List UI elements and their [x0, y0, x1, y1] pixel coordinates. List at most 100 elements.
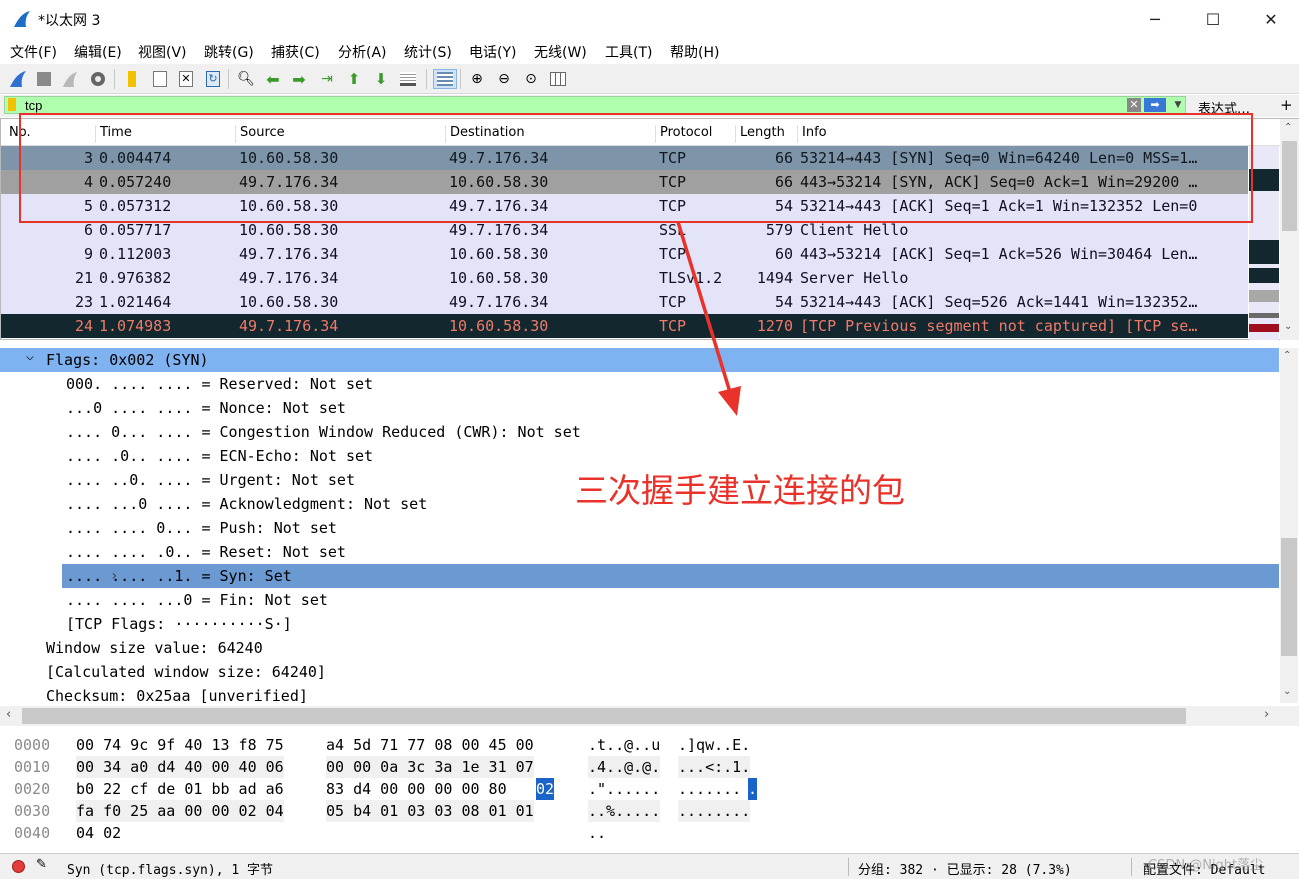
ascii-group-2[interactable]: .......: [678, 778, 742, 800]
expert-info-icon[interactable]: [12, 860, 25, 873]
save-file-icon[interactable]: [150, 69, 170, 89]
menu-tools[interactable]: 工具(T): [605, 42, 652, 62]
colorize-icon[interactable]: [433, 69, 457, 89]
packet-row[interactable]: 9 0.112003 49.7.176.34 10.60.58.30 TCP 60 443→…: [1, 242, 1248, 266]
detail-line[interactable]: .... .... ...0 = Fin: Not set: [0, 588, 1279, 612]
close-file-icon[interactable]: ✕: [176, 69, 196, 89]
ascii-group-1[interactable]: ..: [588, 822, 607, 844]
edit-comment-icon[interactable]: ✎: [36, 857, 47, 872]
detail-tree-flags[interactable]: ⌵ Flags: 0x002 (SYN): [0, 348, 1279, 372]
menu-view[interactable]: 视图(V): [138, 42, 187, 62]
menu-telephony[interactable]: 电话(Y): [469, 42, 516, 62]
resize-columns-icon[interactable]: [548, 69, 568, 89]
menu-capture[interactable]: 捕获(C): [271, 42, 320, 62]
details-horizontal-scrollbar[interactable]: ‹ ›: [0, 706, 1299, 726]
ascii-selected-byte[interactable]: .: [748, 778, 758, 800]
packet-minimap[interactable]: [1249, 146, 1279, 340]
hex-group-1[interactable]: b0 22 cf de 01 bb ad a6: [76, 778, 284, 800]
packet-row[interactable]: 24 1.074983 49.7.176.34 10.60.58.30 TCP 1270 […: [1, 314, 1248, 338]
zoom-normal-icon[interactable]: ⊙: [521, 69, 541, 89]
detail-text: .... 0... .... = Congestion Window Reduc…: [66, 423, 581, 441]
hex-group-2[interactable]: 00 00 0a 3c 3a 1e 31 07: [326, 756, 534, 778]
expression-button[interactable]: 表达式…: [1198, 98, 1250, 117]
packet-cell-len: 1494: [756, 269, 793, 287]
ascii-group-2[interactable]: ........: [678, 800, 751, 822]
clear-filter-icon[interactable]: ✕: [1127, 98, 1141, 112]
packet-row[interactable]: 23 1.021464 10.60.58.30 49.7.176.34 TCP 54 532…: [1, 290, 1248, 314]
menu-analyze[interactable]: 分析(A): [338, 42, 387, 62]
add-filter-button-icon[interactable]: +: [1280, 96, 1293, 114]
go-forward-icon[interactable]: ➡: [289, 69, 309, 89]
column-header-length[interactable]: Length: [735, 125, 797, 143]
hex-group-2[interactable]: a4 5d 71 77 08 00 45 00: [326, 734, 534, 756]
zoom-out-icon[interactable]: ⊖: [494, 69, 514, 89]
maximize-button[interactable]: ☐: [1184, 0, 1242, 38]
hex-group-2[interactable]: 05 b4 01 03 03 08 01 01: [326, 800, 534, 822]
menu-edit[interactable]: 编辑(E): [74, 42, 122, 62]
detail-line[interactable]: .... .... 0... = Push: Not set: [0, 516, 1279, 540]
stop-capture-icon[interactable]: [34, 69, 54, 89]
restart-capture-icon[interactable]: [60, 69, 80, 89]
autoscroll-icon[interactable]: [398, 69, 418, 89]
detail-line[interactable]: ...0 .... .... = Nonce: Not set: [0, 396, 1279, 420]
hex-group-1[interactable]: 00 74 9c 9f 40 13 f8 75: [76, 734, 284, 756]
detail-line[interactable]: Checksum: 0x25aa [unverified]: [0, 684, 1279, 708]
close-button[interactable]: ✕: [1242, 0, 1299, 38]
find-packet-icon[interactable]: 🔍︎: [236, 69, 256, 89]
packet-row[interactable]: 21 0.976382 49.7.176.34 10.60.58.30 TLSv1.2 1…: [1, 266, 1248, 290]
ascii-group-2[interactable]: .]qw..E.: [678, 734, 751, 756]
detail-line[interactable]: 000. .... .... = Reserved: Not set: [0, 372, 1279, 396]
column-header-protocol[interactable]: Protocol: [655, 125, 735, 143]
packet-list-scrollbar[interactable]: ⌃ ⌄: [1280, 119, 1299, 340]
packet-row[interactable]: 4 0.057240 49.7.176.34 10.60.58.30 TCP 66 443→…: [1, 170, 1248, 194]
ascii-group-2[interactable]: ...<:.1.: [678, 756, 751, 778]
hex-selected-byte[interactable]: 02: [536, 778, 555, 800]
column-header-source[interactable]: Source: [235, 125, 445, 143]
collapse-chevron-icon[interactable]: ⌵: [26, 345, 34, 369]
hex-group-1[interactable]: 00 34 a0 d4 40 00 40 06: [76, 756, 284, 778]
detail-line[interactable]: .... 0... .... = Congestion Window Reduc…: [0, 420, 1279, 444]
menu-go[interactable]: 跳转(G): [204, 42, 254, 62]
detail-line[interactable]: [TCP Flags: ··········S·]: [0, 612, 1279, 636]
ascii-group-1[interactable]: .4..@.@.: [588, 756, 661, 778]
ascii-group-1[interactable]: ..%.....: [588, 800, 661, 822]
go-back-icon[interactable]: ⬅: [263, 69, 283, 89]
ascii-group-1[interactable]: .t..@..u: [588, 734, 661, 756]
column-header-destination[interactable]: Destination: [445, 125, 655, 143]
packet-cell-time: 0.004474: [99, 149, 172, 167]
open-file-icon[interactable]: [122, 69, 142, 89]
reload-file-icon[interactable]: ↻: [203, 69, 223, 89]
detail-line[interactable]: Window size value: 64240: [0, 636, 1279, 660]
start-capture-icon[interactable]: [8, 69, 28, 89]
packet-row[interactable]: 3 0.004474 10.60.58.30 49.7.176.34 TCP 66 5321…: [1, 146, 1248, 170]
hex-group-1[interactable]: fa f0 25 aa 00 00 02 04: [76, 800, 284, 822]
apply-filter-icon[interactable]: ➡: [1144, 98, 1166, 112]
packet-cell-dst: 10.60.58.30: [449, 269, 549, 287]
menu-wireless[interactable]: 无线(W): [534, 42, 587, 62]
hex-group-2[interactable]: 83 d4 00 00 00 00 80: [326, 778, 507, 800]
detail-line[interactable]: .... .... .0.. = Reset: Not set: [0, 540, 1279, 564]
hex-group-1[interactable]: 04 02: [76, 822, 122, 844]
zoom-in-icon[interactable]: ⊕: [467, 69, 487, 89]
packet-row[interactable]: 6 0.057717 10.60.58.30 49.7.176.34 SSL 579 Cli…: [1, 218, 1248, 242]
display-filter-input[interactable]: [4, 96, 1186, 114]
ascii-group-1[interactable]: ."......: [588, 778, 661, 800]
packet-row[interactable]: 5 0.057312 10.60.58.30 49.7.176.34 TCP 54 5321…: [1, 194, 1248, 218]
filter-history-icon[interactable]: ▼: [1171, 98, 1185, 112]
detail-line[interactable]: ›.... .... ..1. = Syn: Set: [62, 564, 1279, 588]
menu-file[interactable]: 文件(F): [10, 42, 57, 62]
menu-help[interactable]: 帮助(H): [670, 42, 719, 62]
go-to-packet-icon[interactable]: ⇥: [317, 69, 337, 89]
filter-bookmark-icon[interactable]: [8, 98, 16, 111]
annotation-text: 三次握手建立连接的包: [575, 471, 905, 510]
menu-statistics[interactable]: 统计(S): [404, 42, 452, 62]
go-first-icon[interactable]: ⬆: [344, 69, 364, 89]
column-header-time[interactable]: Time: [95, 125, 235, 143]
details-scrollbar[interactable]: ⌃ ⌄: [1280, 348, 1298, 703]
minimize-button[interactable]: ─: [1126, 0, 1184, 38]
go-last-icon[interactable]: ⬇: [371, 69, 391, 89]
column-header-no[interactable]: No.: [5, 125, 95, 143]
column-header-info[interactable]: Info: [797, 125, 1247, 143]
capture-options-icon[interactable]: [88, 69, 108, 89]
detail-line[interactable]: [Calculated window size: 64240]: [0, 660, 1279, 684]
